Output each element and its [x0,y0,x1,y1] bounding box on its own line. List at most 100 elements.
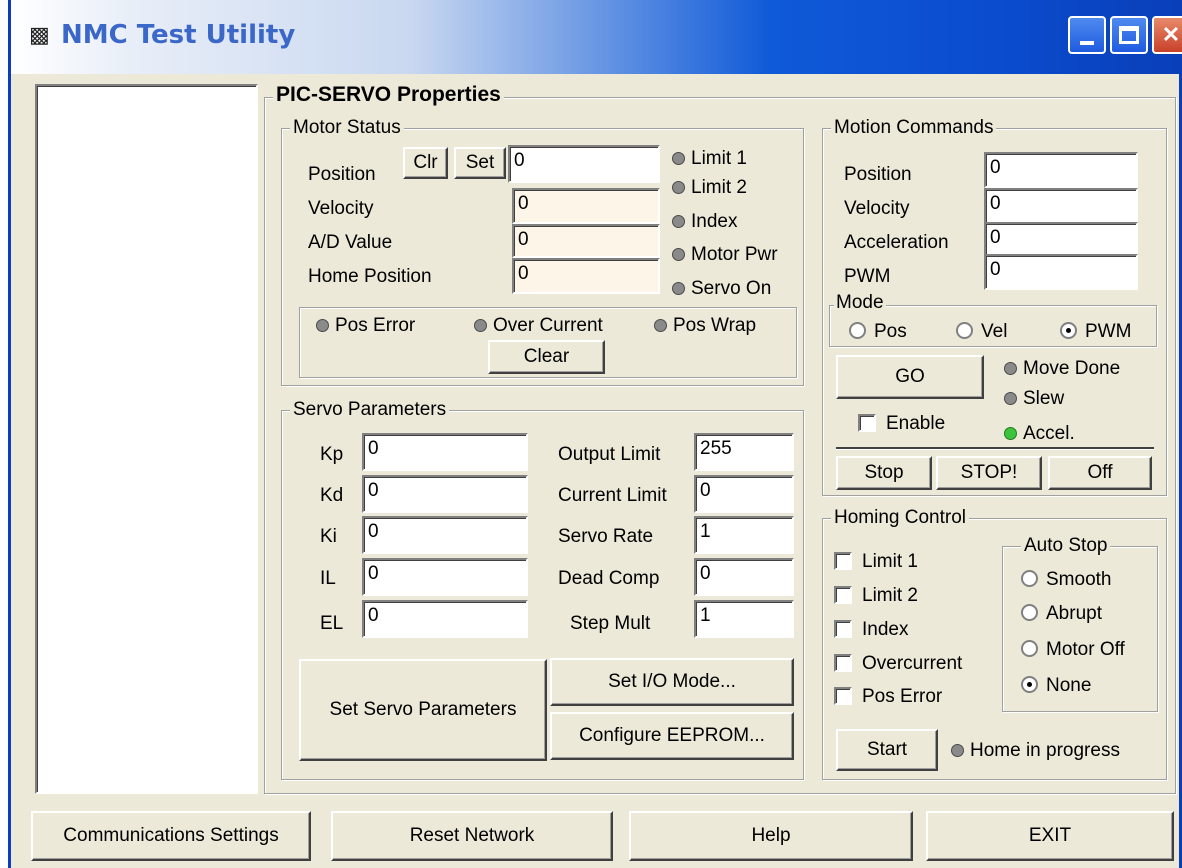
position-field[interactable]: 0 [508,145,660,183]
motion-velocity-field[interactable]: 0 [984,188,1138,224]
servo-parameters-title: Servo Parameters [290,399,450,421]
pos-wrap-led-icon [654,319,667,332]
over-current-indicator: Over Current [474,314,603,338]
over-current-led-icon [474,319,487,332]
clr-button[interactable]: Clr [403,147,448,179]
configure-eeprom-button[interactable]: Configure EEPROM... [550,712,794,760]
motion-position-label: Position [844,164,912,185]
step-mult-field[interactable]: 1 [694,600,794,638]
servo-rate-field[interactable]: 1 [694,516,794,554]
pos-wrap-indicator: Pos Wrap [654,314,756,338]
current-limit-field[interactable]: 0 [694,475,794,513]
stop-button[interactable]: Stop [836,456,932,490]
home-index-checkbox[interactable]: Index [834,618,908,642]
kd-field[interactable]: 0 [362,475,528,513]
window-title: NMC Test Utility [61,20,296,50]
accel-led-icon [1004,427,1017,440]
maximize-button[interactable] [1110,16,1148,54]
il-field[interactable]: 0 [362,558,528,596]
home-limit2-checkbox-icon [834,586,852,604]
set-position-button[interactable]: Set [454,147,506,179]
autostop-smooth-radio-icon [1021,570,1038,587]
current-limit-label: Current Limit [558,485,667,506]
mode-vel-radio-icon [956,322,973,339]
app-window: ▩ NMC Test Utility ✕ PIC-SERVO Propertie… [8,0,1182,868]
motor-pwr-led-icon [672,248,685,261]
home-start-button[interactable]: Start [836,729,938,771]
home-position-field: 0 [512,258,660,294]
close-button[interactable]: ✕ [1152,16,1182,54]
index-led-icon [672,215,685,228]
el-field[interactable]: 0 [362,600,528,638]
home-limit1-checkbox-icon [834,552,852,570]
motor-status-title: Motor Status [290,117,404,139]
enable-checkbox[interactable]: Enable [858,412,945,436]
home-limit1-checkbox[interactable]: Limit 1 [834,550,918,574]
autostop-smooth-radio[interactable]: Smooth [1021,568,1111,592]
device-tree-pane[interactable] [35,84,258,794]
maximize-icon [1119,26,1139,44]
move-done-indicator: Move Done [1004,357,1120,381]
set-io-mode-button[interactable]: Set I/O Mode... [550,658,794,706]
move-done-led-icon [1004,362,1017,375]
pwm-field[interactable]: 0 [984,254,1138,290]
off-button[interactable]: Off [1048,456,1152,490]
acceleration-field[interactable]: 0 [984,222,1138,258]
motion-position-field[interactable]: 0 [984,152,1138,188]
ki-label: Ki [320,526,337,547]
el-label: EL [320,613,344,634]
go-button[interactable]: GO [836,355,984,399]
enable-checkbox-icon [858,414,876,432]
autostop-none-radio[interactable]: None [1021,674,1091,698]
app-icon: ▩ [29,22,50,47]
ad-value-field: 0 [512,224,660,258]
motion-separator [836,447,1154,450]
mode-pwm-radio[interactable]: PWM [1060,320,1131,344]
title-bar[interactable]: ▩ NMC Test Utility ✕ [11,0,1182,74]
autostop-abrupt-radio[interactable]: Abrupt [1021,602,1102,626]
set-servo-parameters-button[interactable]: Set Servo Parameters [299,659,547,761]
limit2-indicator: Limit 2 [672,176,747,200]
home-pos-error-checkbox[interactable]: Pos Error [834,685,942,709]
index-indicator: Index [672,210,737,234]
minimize-button[interactable] [1068,16,1106,54]
step-mult-label: Step Mult [570,613,651,634]
autostop-motor-off-radio[interactable]: Motor Off [1021,638,1125,662]
ki-field[interactable]: 0 [362,516,528,554]
position-label: Position [308,164,376,185]
slew-indicator: Slew [1004,387,1064,411]
auto-stop-title: Auto Stop [1021,535,1111,557]
autostop-motor-off-radio-icon [1021,640,1038,657]
dead-comp-field[interactable]: 0 [694,558,794,596]
motor-pwr-indicator: Motor Pwr [672,243,778,267]
stop-abrupt-button[interactable]: STOP! [936,456,1042,490]
autostop-none-radio-icon [1021,676,1038,693]
exit-button[interactable]: EXIT [926,811,1174,861]
home-pos-error-checkbox-icon [834,687,852,705]
mode-pwm-radio-icon [1060,322,1077,339]
home-in-progress-led-icon [951,744,964,757]
servo-on-led-icon [672,282,685,295]
velocity-field: 0 [512,188,660,224]
home-position-label: Home Position [308,266,432,287]
home-index-checkbox-icon [834,620,852,638]
servo-on-indicator: Servo On [672,277,771,301]
reset-network-button[interactable]: Reset Network [331,811,613,861]
ad-value-label: A/D Value [308,232,393,253]
autostop-abrupt-radio-icon [1021,604,1038,621]
accel-indicator: Accel. [1004,422,1075,446]
mode-vel-radio[interactable]: Vel [956,320,1007,344]
kp-field[interactable]: 0 [362,433,528,471]
output-limit-field[interactable]: 255 [694,433,794,471]
motion-commands-title: Motion Commands [831,117,997,139]
pwm-label: PWM [844,266,891,287]
home-limit2-checkbox[interactable]: Limit 2 [834,584,918,608]
mode-pos-radio[interactable]: Pos [849,320,907,344]
slew-led-icon [1004,392,1017,405]
pos-error-led-icon [316,319,329,332]
home-overcurrent-checkbox[interactable]: Overcurrent [834,652,962,676]
help-button[interactable]: Help [629,811,913,861]
servo-rate-label: Servo Rate [558,526,654,547]
communications-settings-button[interactable]: Communications Settings [31,811,311,861]
clear-button[interactable]: Clear [488,340,605,374]
